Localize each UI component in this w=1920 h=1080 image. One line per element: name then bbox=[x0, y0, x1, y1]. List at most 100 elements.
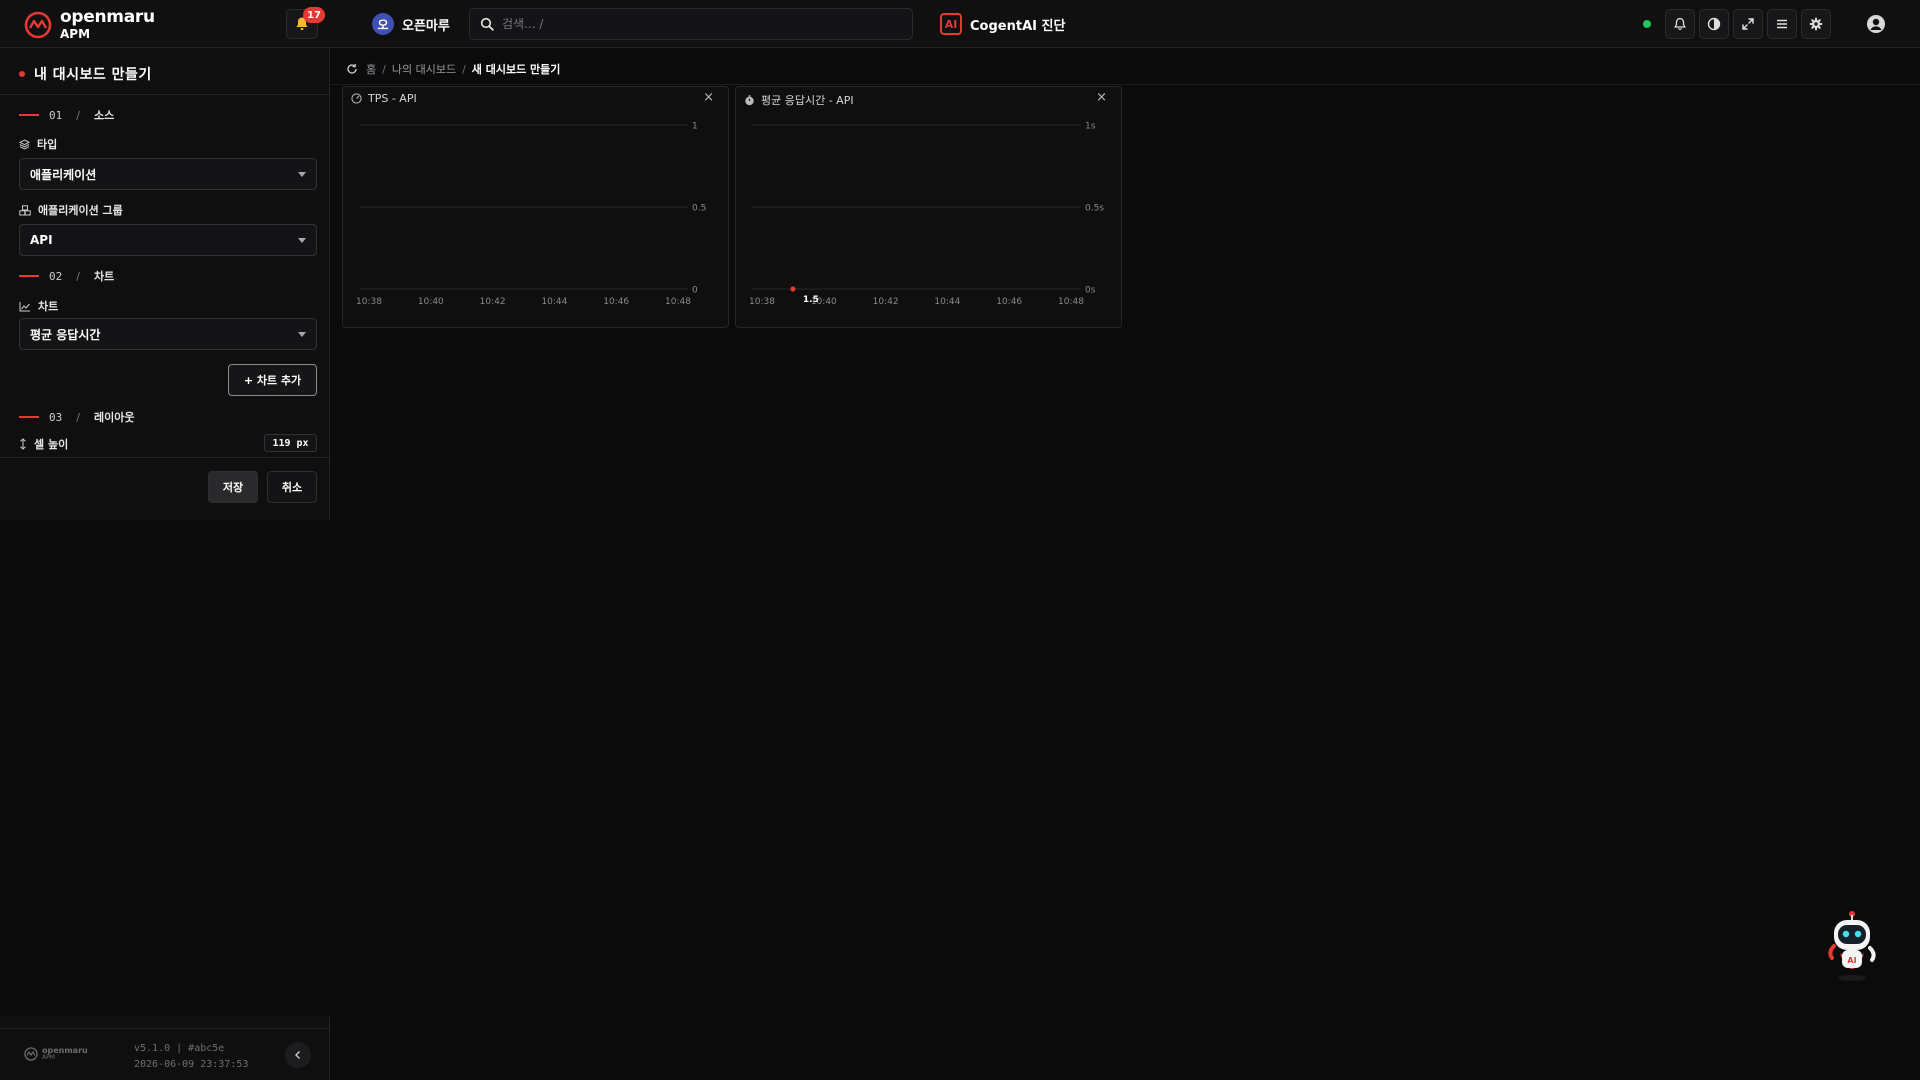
workspace-avatar: 오 bbox=[372, 13, 394, 35]
vertical-resize-icon bbox=[20, 438, 26, 450]
breadcrumb-home[interactable]: 홈 bbox=[366, 61, 376, 77]
step-name: 레이아웃 bbox=[93, 411, 135, 424]
breadcrumb-current: 새 대시보드 만들기 bbox=[471, 63, 561, 76]
step-layout: 03 / 레이아웃 bbox=[19, 409, 134, 425]
x-tick-label: 10:44 bbox=[934, 297, 960, 307]
openmaru-logo-icon bbox=[24, 1047, 38, 1061]
x-tick-label: 10:42 bbox=[873, 297, 899, 307]
data-label: 1.5 bbox=[803, 295, 819, 305]
x-tick-label: 10:38 bbox=[356, 297, 382, 307]
footer-logo: openmaru APM bbox=[24, 1047, 88, 1061]
step-number: 03 bbox=[49, 410, 63, 424]
chart-select[interactable]: 평균 응답시간 bbox=[19, 318, 317, 350]
divider bbox=[0, 94, 330, 95]
y-tick-label: 0.5s bbox=[1085, 204, 1104, 214]
main-menu-button[interactable] bbox=[1767, 9, 1797, 39]
breadcrumb-separator: / bbox=[382, 62, 386, 76]
chart-select-value: 평균 응답시간 bbox=[30, 327, 101, 342]
app-group-label-text: 애플리케이션 그룹 bbox=[38, 204, 123, 217]
chart-label: 차트 bbox=[19, 298, 58, 314]
ai-icon: AI bbox=[940, 13, 962, 35]
cogentai-diagnosis-button[interactable]: AI CogentAI 진단 bbox=[940, 13, 1065, 35]
svg-text:AI: AI bbox=[1847, 956, 1856, 965]
sidebar-empty-area bbox=[0, 520, 330, 1016]
chart-panel-tps[interactable]: TPS - API × 0 0.5 1 10:38 10:40 10:42 10:44 10:… bbox=[342, 86, 729, 328]
step-name: 소스 bbox=[93, 109, 115, 122]
step-separator: / bbox=[76, 108, 80, 122]
version-info: v5.1.0 | #abc5e 2026-06-09 23:37:53 bbox=[134, 1041, 248, 1073]
theme-toggle-button[interactable] bbox=[1699, 9, 1729, 39]
chart-label-text: 차트 bbox=[38, 300, 59, 313]
step-chart: 02 / 차트 bbox=[19, 268, 114, 284]
type-select[interactable]: 애플리케이션 bbox=[19, 158, 317, 190]
chevron-down-icon bbox=[298, 332, 306, 337]
build-time: 2026-06-09 23:37:53 bbox=[134, 1059, 249, 1070]
dashboard-builder-sidebar: 내 대시보드 만들기 01 / 소스 타입 애플리케이션 애플리케이션 그룹 A… bbox=[0, 48, 330, 1080]
type-select-value: 애플리케이션 bbox=[30, 167, 97, 182]
x-tick-label: 10:48 bbox=[665, 297, 691, 307]
step-line bbox=[19, 416, 39, 418]
x-tick-label: 10:42 bbox=[480, 297, 506, 307]
data-point bbox=[790, 286, 796, 292]
chevron-down-icon bbox=[298, 172, 306, 177]
chart-panel-avg-response-time[interactable]: 평균 응답시간 - API × 0s 0.5s 1s 10:38 10:40 10:42 1… bbox=[735, 86, 1122, 328]
breadcrumb-my-dashboards[interactable]: 나의 대시보드 bbox=[392, 61, 456, 77]
cogentai-label: CogentAI 진단 bbox=[970, 18, 1066, 34]
layers-icon bbox=[19, 138, 30, 150]
title-dot bbox=[19, 71, 25, 77]
app-group-label: 애플리케이션 그룹 bbox=[19, 202, 123, 218]
chevron-down-icon bbox=[298, 238, 306, 243]
y-tick-label: 0 bbox=[692, 286, 698, 296]
search-box[interactable] bbox=[469, 8, 913, 40]
cell-height-label-text: 셀 높이 bbox=[34, 438, 69, 451]
alerts-button[interactable] bbox=[1665, 9, 1695, 39]
search-icon bbox=[480, 17, 494, 31]
user-profile-button[interactable] bbox=[1864, 12, 1888, 36]
close-panel-button[interactable]: × bbox=[703, 90, 714, 105]
step-line bbox=[19, 114, 39, 116]
workspace-selector[interactable]: 오 오픈마루 bbox=[372, 13, 450, 35]
collapse-sidebar-button[interactable] bbox=[285, 1042, 311, 1068]
app-group-select-value: API bbox=[30, 233, 53, 247]
contrast-icon bbox=[1707, 17, 1721, 31]
user-icon bbox=[1867, 15, 1885, 33]
cell-height-input[interactable]: 119 px bbox=[264, 434, 317, 452]
search-input[interactable] bbox=[502, 17, 892, 31]
step-separator: / bbox=[76, 410, 80, 424]
divider bbox=[331, 84, 1920, 85]
gear-icon bbox=[1809, 17, 1823, 31]
sidebar-title-text: 내 대시보드 만들기 bbox=[34, 67, 152, 83]
sidebar-title: 내 대시보드 만들기 bbox=[19, 64, 152, 84]
bell-icon bbox=[1674, 17, 1686, 30]
cubes-icon bbox=[19, 204, 31, 215]
app-group-select[interactable]: API bbox=[19, 224, 317, 256]
tps-chart: 0 0.5 1 10:38 10:40 10:42 10:44 10:46 10:48 bbox=[356, 122, 706, 308]
logo-name: openmaru bbox=[60, 7, 155, 27]
app-logo[interactable]: openmaru APM bbox=[24, 9, 155, 40]
connection-status-dot bbox=[1643, 20, 1651, 28]
refresh-icon[interactable] bbox=[346, 63, 358, 75]
x-tick-label: 10:46 bbox=[996, 297, 1022, 307]
panel-title: TPS - API bbox=[368, 92, 417, 105]
type-label-text: 타입 bbox=[37, 138, 58, 151]
panel-title: 평균 응답시간 - API bbox=[761, 94, 854, 107]
sidebar-footer: openmaru APM v5.1.0 | #abc5e 2026-06-09 … bbox=[0, 1028, 330, 1080]
version-text: v5.1.0 | #abc5e bbox=[134, 1043, 225, 1054]
step-name: 차트 bbox=[93, 270, 115, 283]
fullscreen-button[interactable] bbox=[1733, 9, 1763, 39]
x-tick-label: 10:44 bbox=[541, 297, 567, 307]
add-chart-button[interactable]: + 차트 추가 bbox=[228, 364, 317, 396]
avg-response-time-chart: 0s0.5s1s10:38 10:40 10:42 10:44 10:46 10:481.… bbox=[749, 122, 1104, 308]
expand-icon bbox=[1742, 18, 1754, 30]
timer-icon bbox=[745, 94, 754, 105]
y-tick-label: 1s bbox=[1085, 122, 1096, 132]
logo-product: APM bbox=[60, 27, 91, 41]
cancel-button[interactable]: 취소 bbox=[267, 471, 317, 503]
step-number: 02 bbox=[49, 269, 63, 283]
settings-button[interactable] bbox=[1801, 9, 1831, 39]
menu-icon bbox=[1777, 19, 1787, 29]
workspace-name: 오픈마루 bbox=[402, 18, 450, 34]
close-panel-button[interactable]: × bbox=[1096, 90, 1107, 105]
save-button[interactable]: 저장 bbox=[208, 471, 258, 503]
ai-assistant-robot-icon[interactable]: AI bbox=[1822, 908, 1882, 984]
